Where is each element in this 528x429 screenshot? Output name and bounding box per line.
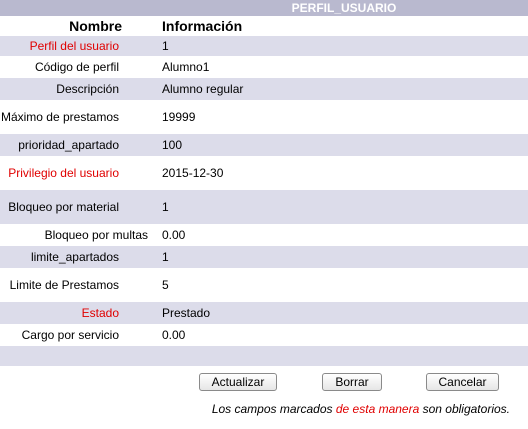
- delete-button[interactable]: Borrar: [322, 373, 382, 391]
- field-label: Bloqueo por multas: [0, 224, 155, 246]
- field-label: prioridad_apartado: [0, 134, 155, 156]
- table-row: limite_apartados 1: [0, 246, 528, 268]
- field-value: 1: [155, 246, 528, 268]
- page-title: PERFIL_USUARIO: [291, 1, 397, 15]
- field-label: Perfil del usuario: [0, 36, 155, 56]
- field-label: Privilegio del usuario: [0, 156, 155, 190]
- field-value: 0.00: [155, 224, 528, 246]
- table-row: Limite de Prestamos 5: [0, 268, 528, 302]
- field-label: Cargo por servicio: [0, 324, 155, 346]
- column-header-name: Nombre: [0, 16, 155, 36]
- field-value: 19999: [155, 100, 528, 134]
- table-header-row: Nombre Información: [0, 16, 528, 36]
- empty-cell: [155, 346, 528, 366]
- table-row: Código de perfil Alumno1: [0, 56, 528, 78]
- update-button[interactable]: Actualizar: [199, 373, 277, 391]
- table-row: Privilegio del usuario 2015-12-30: [0, 156, 528, 190]
- field-label: Bloqueo por material: [0, 190, 155, 224]
- table-row: Descripción Alumno regular: [0, 78, 528, 100]
- field-label: Código de perfil: [0, 56, 155, 78]
- field-value: 0.00: [155, 324, 528, 346]
- field-value: 5: [155, 268, 528, 302]
- field-value: 2015-12-30: [155, 156, 528, 190]
- table-row: Cargo por servicio 0.00: [0, 324, 528, 346]
- required-fields-note: Los campos marcados de esta manera son o…: [0, 402, 510, 416]
- profile-table: Nombre Información Perfil del usuario 1 …: [0, 16, 528, 366]
- cancel-button[interactable]: Cancelar: [426, 373, 499, 391]
- field-label: Descripción: [0, 78, 155, 100]
- field-label: Máximo de prestamos: [0, 100, 155, 134]
- field-value: 100: [155, 134, 528, 156]
- note-text-start: Los campos marcados: [211, 402, 336, 416]
- field-value: 1: [155, 36, 528, 56]
- field-value: Alumno1: [155, 56, 528, 78]
- field-label: Estado: [0, 302, 155, 324]
- table-row: Bloqueo por multas 0.00: [0, 224, 528, 246]
- table-footer-row: [0, 346, 528, 366]
- note-text-end: son obligatorios.: [419, 402, 510, 416]
- table-row: Máximo de prestamos 19999: [0, 100, 528, 134]
- field-value: Prestado: [155, 302, 528, 324]
- table-row: Perfil del usuario 1: [0, 36, 528, 56]
- column-header-info: Información: [155, 16, 528, 36]
- field-label: Limite de Prestamos: [0, 268, 155, 302]
- title-bar: PERFIL_USUARIO: [0, 0, 528, 16]
- note-text-highlight: de esta manera: [335, 402, 420, 416]
- empty-cell: [0, 346, 155, 366]
- field-value: 1: [155, 190, 528, 224]
- table-row: Bloqueo por material 1: [0, 190, 528, 224]
- table-row: prioridad_apartado 100: [0, 134, 528, 156]
- table-row: Estado Prestado: [0, 302, 528, 324]
- field-label: limite_apartados: [0, 246, 155, 268]
- field-value: Alumno regular: [155, 78, 528, 100]
